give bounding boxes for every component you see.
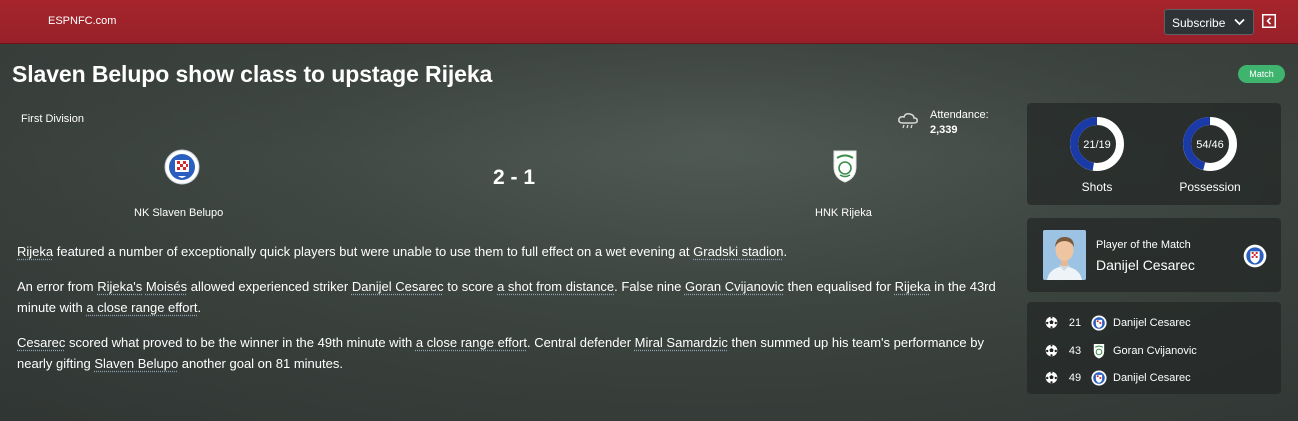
report-link[interactable]: Slaven Belupo	[94, 356, 178, 371]
top-bar: ESPNFC.com Subscribe	[0, 0, 1298, 44]
attendance-value: 2,339	[930, 124, 958, 136]
match-report: Rijeka featured a number of exceptionall…	[17, 241, 1017, 388]
goal-minute: 43	[1068, 345, 1082, 357]
shots-value: 21/19	[1083, 139, 1111, 151]
player-avatar[interactable]	[1043, 230, 1086, 280]
collapse-panel-icon[interactable]	[1262, 14, 1276, 28]
report-link[interactable]: Gradski stadion	[693, 244, 783, 259]
report-text: featured a number of exceptionally quick…	[53, 244, 694, 259]
football-icon	[1045, 316, 1058, 329]
possession-label: Possession	[1179, 180, 1241, 194]
rijeka-crest-icon[interactable]	[831, 149, 859, 183]
goal-scorer: Danijel Cesarec	[1113, 372, 1191, 384]
report-paragraph: Rijeka featured a number of exceptionall…	[17, 241, 1017, 263]
goal-row[interactable]: 49 Danijel Cesarec	[1045, 369, 1275, 387]
report-link[interactable]: Rijeka's	[97, 279, 142, 294]
subscribe-label: Subscribe	[1172, 16, 1226, 30]
away-team-name[interactable]: HNK Rijeka	[815, 207, 872, 219]
report-link[interactable]: Cesarec	[17, 335, 65, 350]
goal-minute: 49	[1068, 372, 1082, 384]
chevron-down-icon	[1234, 18, 1245, 26]
rijeka-crest-icon	[1093, 343, 1105, 359]
slaven-belupo-crest-icon[interactable]	[164, 149, 200, 185]
slaven-belupo-crest-icon	[1091, 315, 1107, 331]
goal-scorer: Goran Cvijanovic	[1113, 345, 1197, 357]
report-link[interactable]: a close range effort	[86, 300, 197, 315]
report-text: .	[197, 300, 202, 315]
report-link[interactable]: Moisés	[146, 279, 187, 294]
rain-cloud-icon	[898, 113, 918, 129]
goal-row[interactable]: 43 Goran Cvijanovic	[1045, 342, 1275, 360]
goal-scorer: Danijel Cesarec	[1113, 317, 1191, 329]
shots-label: Shots	[1081, 180, 1113, 194]
report-link[interactable]: a shot from distance	[497, 279, 614, 294]
report-text: . Central defender	[526, 334, 635, 350]
report-link[interactable]: Rijeka	[17, 244, 53, 259]
slaven-belupo-crest-icon	[1091, 370, 1107, 386]
report-text: to score	[443, 278, 498, 294]
report-paragraph: Cesarec scored what proved to be the win…	[17, 332, 1017, 375]
player-of-the-match-title: Player of the Match	[1096, 239, 1191, 251]
report-link[interactable]: Miral Samardzic	[635, 335, 728, 350]
match-score: 2 - 1	[492, 166, 536, 189]
report-link[interactable]: Rijeka	[895, 279, 931, 294]
subscribe-dropdown[interactable]: Subscribe	[1164, 9, 1254, 35]
slaven-belupo-crest-icon	[1243, 244, 1267, 268]
match-badge: Match	[1238, 65, 1285, 83]
football-icon	[1045, 371, 1058, 384]
report-text: another goal on 81 minutes.	[178, 356, 343, 371]
report-text: . False nine	[614, 278, 685, 294]
report-text: An error from	[17, 278, 98, 294]
goal-minute: 21	[1068, 317, 1082, 329]
report-link[interactable]: a close range effort	[416, 335, 527, 350]
report-link[interactable]: Danijel Cesarec	[352, 279, 444, 294]
report-text: then equalised for	[783, 278, 895, 294]
site-name[interactable]: ESPNFC.com	[48, 15, 116, 27]
report-paragraph: An error from Rijeka's Moisés allowed ex…	[17, 276, 1017, 319]
report-text: allowed experienced striker	[187, 278, 352, 294]
report-link[interactable]: Goran Cvijanovic	[685, 279, 784, 294]
possession-value: 54/46	[1196, 139, 1224, 151]
attendance-label: Attendance:	[930, 109, 989, 121]
competition-name[interactable]: First Division	[21, 113, 84, 125]
football-icon	[1045, 344, 1058, 357]
goal-row[interactable]: 21 Danijel Cesarec	[1045, 314, 1275, 332]
report-text: .	[783, 244, 788, 259]
player-of-the-match-name[interactable]: Danijel Cesarec	[1096, 257, 1195, 273]
player-portrait-icon	[1043, 230, 1086, 280]
home-team-name[interactable]: NK Slaven Belupo	[134, 207, 223, 219]
report-text: scored what proved to be the winner in t…	[65, 334, 416, 350]
article-headline: Slaven Belupo show class to upstage Rije…	[12, 61, 493, 87]
